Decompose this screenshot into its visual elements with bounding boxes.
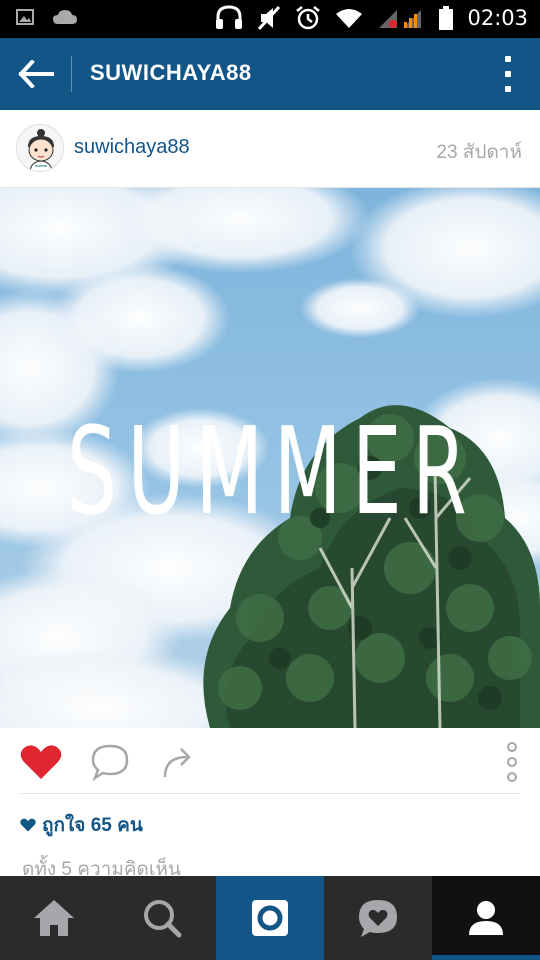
nav-activity[interactable]: [324, 876, 432, 960]
clock: 02:03: [467, 6, 528, 30]
avatar[interactable]: [16, 124, 64, 172]
app-header: SUWICHAYA88: [0, 38, 540, 110]
comment-button[interactable]: [88, 742, 132, 782]
post-actions: [0, 728, 540, 794]
wifi-icon: [336, 9, 363, 28]
divider: [20, 793, 520, 794]
small-heart-icon: [20, 818, 36, 832]
headset-icon: [216, 5, 243, 29]
back-button[interactable]: [12, 52, 60, 96]
post-timestamp: 23 สัปดาห์: [436, 142, 522, 163]
share-button[interactable]: [158, 742, 200, 782]
signal-icon: [379, 10, 422, 28]
like-button[interactable]: [18, 742, 64, 782]
bottom-nav: [0, 876, 540, 960]
comment-icon: [91, 744, 129, 781]
nav-profile[interactable]: [432, 876, 540, 960]
post-username[interactable]: suwichaya88: [74, 136, 190, 159]
post-header: suwichaya88 23 สัปดาห์: [0, 110, 540, 188]
likes-count[interactable]: ถูกใจ 65 คน: [20, 810, 143, 840]
cloud-icon: [53, 10, 77, 24]
vertical-dots-icon: [507, 742, 517, 782]
profile-icon: [469, 901, 503, 935]
heart-icon: [20, 745, 62, 779]
activity-heart-icon: [359, 900, 397, 937]
arrow-left-icon: [18, 60, 54, 88]
nav-camera[interactable]: [216, 876, 324, 960]
post-photo[interactable]: SUMMER: [0, 188, 540, 728]
post-options-button[interactable]: [498, 742, 526, 782]
photo-caption-text: SUMMER: [67, 403, 477, 542]
overflow-menu-button[interactable]: [498, 56, 518, 92]
camera-icon: [252, 900, 288, 936]
share-arrow-icon: [163, 748, 191, 778]
overflow-menu-icon: [505, 56, 511, 62]
nav-home[interactable]: [0, 876, 108, 960]
page-title: SUWICHAYA88: [90, 60, 252, 85]
mute-icon: [258, 5, 281, 31]
alarm-icon: [296, 6, 321, 30]
nav-search[interactable]: [108, 876, 216, 960]
image-icon: [16, 9, 34, 25]
likes-text: ถูกใจ 65 คน: [42, 815, 143, 836]
home-icon: [34, 900, 74, 936]
battery-icon: [439, 6, 454, 30]
search-icon: [144, 900, 182, 938]
status-bar: 02:03: [0, 0, 540, 38]
header-divider: [71, 56, 72, 92]
